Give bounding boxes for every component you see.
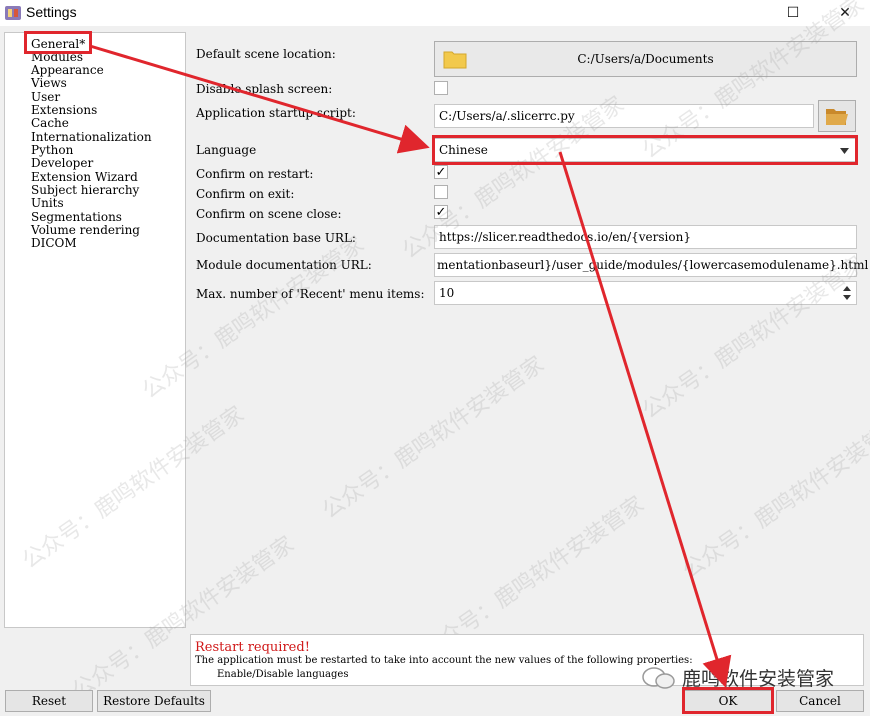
title-bar: Settings ☐ ✕ bbox=[0, 0, 870, 26]
module-doc-url-value: mentationbaseurl}/user_guide/modules/{lo… bbox=[437, 258, 869, 272]
nav-item-modules[interactable]: Modules bbox=[31, 50, 83, 64]
restart-required-title: Restart required! bbox=[195, 640, 310, 655]
nav-item-views[interactable]: Views bbox=[31, 76, 67, 90]
language-combobox[interactable]: Chinese bbox=[434, 138, 857, 162]
slicer-app-icon bbox=[5, 6, 21, 20]
reset-button[interactable]: Reset bbox=[5, 690, 93, 712]
window-title: Settings bbox=[26, 4, 77, 20]
restart-message-text: The application must be restarted to tak… bbox=[195, 655, 693, 666]
watermark-text: 公众号：鹿鸣软件安装管家 bbox=[318, 352, 549, 525]
nav-item-volume-rendering[interactable]: Volume rendering bbox=[31, 223, 140, 237]
max-recent-label: Max. number of 'Recent' menu items: bbox=[196, 287, 425, 301]
doc-base-url-field[interactable]: https://slicer.readthedocs.io/en/{versio… bbox=[434, 225, 857, 249]
confirm-restart-checkbox[interactable]: ✓ bbox=[434, 165, 448, 179]
confirm-scene-close-label: Confirm on scene close: bbox=[196, 207, 342, 221]
restore-defaults-button[interactable]: Restore Defaults bbox=[97, 690, 211, 712]
browse-script-button[interactable] bbox=[818, 100, 856, 132]
restart-property-item: Enable/Disable languages bbox=[217, 669, 349, 680]
startup-script-value: C:/Users/a/.slicerrc.py bbox=[439, 109, 575, 123]
wechat-icon bbox=[642, 666, 675, 689]
default-scene-location-button[interactable]: C:/Users/a/Documents bbox=[434, 41, 857, 77]
language-value: Chinese bbox=[439, 143, 488, 157]
nav-item-cache[interactable]: Cache bbox=[31, 116, 69, 130]
close-button[interactable]: ✕ bbox=[822, 0, 868, 26]
confirm-restart-label: Confirm on restart: bbox=[196, 167, 314, 181]
nav-item-subject-hierarchy[interactable]: Subject hierarchy bbox=[31, 183, 139, 197]
module-doc-url-label: Module documentation URL: bbox=[196, 258, 372, 272]
spin-arrows-icon[interactable] bbox=[842, 285, 852, 301]
doc-base-url-label: Documentation base URL: bbox=[196, 231, 356, 245]
folder-icon bbox=[443, 51, 467, 69]
confirm-scene-close-checkbox[interactable]: ✓ bbox=[434, 205, 448, 219]
open-folder-icon bbox=[826, 109, 848, 125]
chevron-down-icon bbox=[840, 148, 849, 154]
disable-splash-checkbox[interactable] bbox=[434, 81, 448, 95]
default-scene-location-label: Default scene location: bbox=[196, 47, 336, 61]
nav-item-appearance[interactable]: Appearance bbox=[31, 63, 104, 77]
module-doc-url-field[interactable]: mentationbaseurl}/user_guide/modules/{lo… bbox=[434, 253, 868, 277]
startup-script-label: Application startup script: bbox=[196, 106, 356, 120]
language-label: Language bbox=[196, 143, 257, 157]
nav-item-units[interactable]: Units bbox=[31, 196, 64, 210]
nav-item-extension-wizard[interactable]: Extension Wizard bbox=[31, 170, 138, 184]
maximize-button[interactable]: ☐ bbox=[770, 0, 816, 26]
nav-item-user[interactable]: User bbox=[31, 90, 60, 104]
startup-script-field[interactable]: C:/Users/a/.slicerrc.py bbox=[434, 104, 814, 128]
nav-item-segmentations[interactable]: Segmentations bbox=[31, 210, 122, 224]
ok-button[interactable]: OK bbox=[684, 690, 772, 712]
brand-watermark-text: 鹿鸣软件安装管家 bbox=[682, 668, 835, 690]
nav-item-general[interactable]: General* bbox=[31, 37, 85, 51]
settings-category-list[interactable]: General* Modules Appearance Views User E… bbox=[4, 32, 186, 628]
nav-item-extensions[interactable]: Extensions bbox=[31, 103, 97, 117]
max-recent-spinbox[interactable]: 10 bbox=[434, 281, 857, 305]
nav-item-internationalization[interactable]: Internationalization bbox=[31, 130, 152, 144]
nav-item-dicom[interactable]: DICOM bbox=[31, 236, 77, 250]
nav-item-python[interactable]: Python bbox=[31, 143, 73, 157]
confirm-exit-checkbox[interactable] bbox=[434, 185, 448, 199]
doc-base-url-value: https://slicer.readthedocs.io/en/{versio… bbox=[439, 230, 691, 244]
max-recent-value: 10 bbox=[439, 286, 455, 300]
confirm-exit-label: Confirm on exit: bbox=[196, 187, 295, 201]
cancel-button[interactable]: Cancel bbox=[776, 690, 864, 712]
disable-splash-label: Disable splash screen: bbox=[196, 82, 333, 96]
brand-watermark: 鹿鸣软件安装管家 bbox=[642, 664, 834, 691]
nav-item-developer[interactable]: Developer bbox=[31, 156, 93, 170]
watermark-text: 公众号：鹿鸣软件安装管家 bbox=[678, 412, 870, 585]
default-scene-location-value: C:/Users/a/Documents bbox=[577, 52, 714, 66]
